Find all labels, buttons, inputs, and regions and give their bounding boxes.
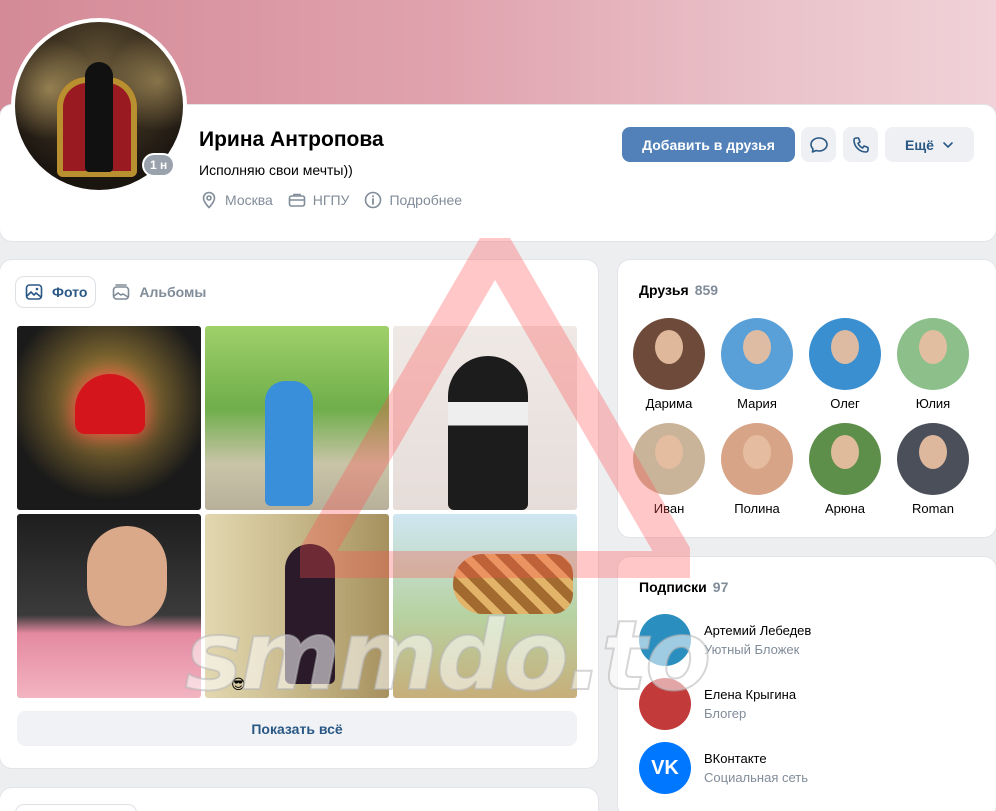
friend-item[interactable]: Roman [897,423,969,516]
subscription-item[interactable]: VK ВКонтакте Социальная сеть [639,742,808,794]
subscription-name: ВКонтакте [704,751,767,766]
university-text: НГПУ [312,192,350,208]
subscription-item[interactable]: Елена Крыгина Блогер [639,678,796,730]
profile-meta: Москва НГПУ Подробнее [199,190,462,210]
phone-icon [852,136,869,153]
friend-name: Дарима [645,396,693,411]
friend-avatar [809,423,881,495]
sunglasses-emoji: 😎 [231,676,246,692]
add-friend-button[interactable]: Добавить в друзья [622,127,795,162]
albums-icon [113,284,130,300]
friend-item[interactable]: Арюна [809,423,881,516]
image-icon [25,284,43,300]
subscription-name: Артемий Лебедев [704,623,812,638]
subscription-desc: Социальная сеть [704,770,808,785]
friend-item[interactable]: Иван [633,423,705,516]
friend-avatar [721,318,793,390]
subscription-desc: Блогер [704,706,747,721]
friend-name: Иван [653,501,685,516]
friends-count: 859 [694,282,719,298]
friend-name: Полина [734,501,780,516]
friends-title-text: Друзья [639,282,689,298]
city-text: Москва [225,192,273,208]
wall-tab[interactable] [16,805,136,811]
friend-name: Roman [912,501,954,516]
more-dropdown-button[interactable]: Ещё [885,127,974,162]
friend-name: Олег [830,396,860,411]
photos-card: Фото Альбомы 😎 Показать всё [0,260,598,768]
friend-item[interactable]: Полина [721,423,793,516]
subscriptions-title[interactable]: Подписки 97 [639,579,728,595]
friend-avatar [809,318,881,390]
friend-item[interactable]: Олег [809,318,881,411]
friends-grid: Дарима Мария Олег Юлия Иван Полина Арюна Roman [633,318,969,516]
subscription-avatar [639,614,691,666]
show-all-photos-button[interactable]: Показать всё [17,711,577,746]
friend-avatar [633,423,705,495]
chevron-down-icon [943,141,953,148]
subscription-desc: Уютный Бложек [704,642,800,657]
tab-albums-label: Альбомы [139,284,207,300]
tab-photos[interactable]: Фото [16,277,96,307]
friend-avatar [897,318,969,390]
friends-card: Друзья 859 Дарима Мария Олег Юлия Иван Полина А… [618,260,996,537]
photo-tabs: Фото Альбомы [16,277,214,307]
more-info-link[interactable]: Подробнее [363,190,462,210]
briefcase-icon [288,193,306,207]
meta-university: НГПУ [287,190,350,210]
wall-card [0,788,598,811]
profile-status: Исполняю свои мечты)) [199,162,353,178]
friend-avatar [897,423,969,495]
info-icon [365,191,382,209]
call-button[interactable] [843,127,878,162]
location-icon [202,191,216,209]
friend-avatar [633,318,705,390]
friend-item[interactable]: Дарима [633,318,705,411]
message-icon [809,136,828,153]
vk-logo-icon: VK [639,742,691,794]
photo-thumbnail[interactable] [17,326,201,510]
subscription-avatar [639,678,691,730]
subscriptions-card: Подписки 97 Артемий Лебедев Уютный Бложек Е… [618,557,996,811]
profile-name: Ирина Антропова [199,128,384,151]
tab-albums[interactable]: Альбомы [103,277,214,307]
photo-thumbnail[interactable] [205,326,389,510]
meta-city: Москва [199,190,273,210]
subscriptions-count: 97 [712,579,729,595]
subscription-name: Елена Крыгина [704,687,797,702]
photo-thumbnail[interactable]: 😎 [205,514,389,698]
more-info-text: Подробнее [389,192,463,208]
last-seen-text: 1 н [144,155,174,175]
tab-photos-label: Фото [52,284,88,300]
photo-grid: 😎 [17,326,577,698]
last-seen-badge: 1 н [142,153,176,177]
message-button[interactable] [801,127,836,162]
photo-thumbnail[interactable] [393,326,577,510]
photo-thumbnail[interactable] [393,514,577,698]
friend-name: Мария [737,396,777,411]
subscriptions-title-text: Подписки [639,579,707,595]
friends-title[interactable]: Друзья 859 [639,282,718,298]
subscription-item[interactable]: Артемий Лебедев Уютный Бложек [639,614,811,666]
friend-avatar [721,423,793,495]
friend-name: Арюна [824,501,866,516]
friend-name: Юлия [915,396,951,411]
photo-thumbnail[interactable] [17,514,201,698]
friend-item[interactable]: Юлия [897,318,969,411]
friend-item[interactable]: Мария [721,318,793,411]
more-label: Ещё [905,136,934,153]
